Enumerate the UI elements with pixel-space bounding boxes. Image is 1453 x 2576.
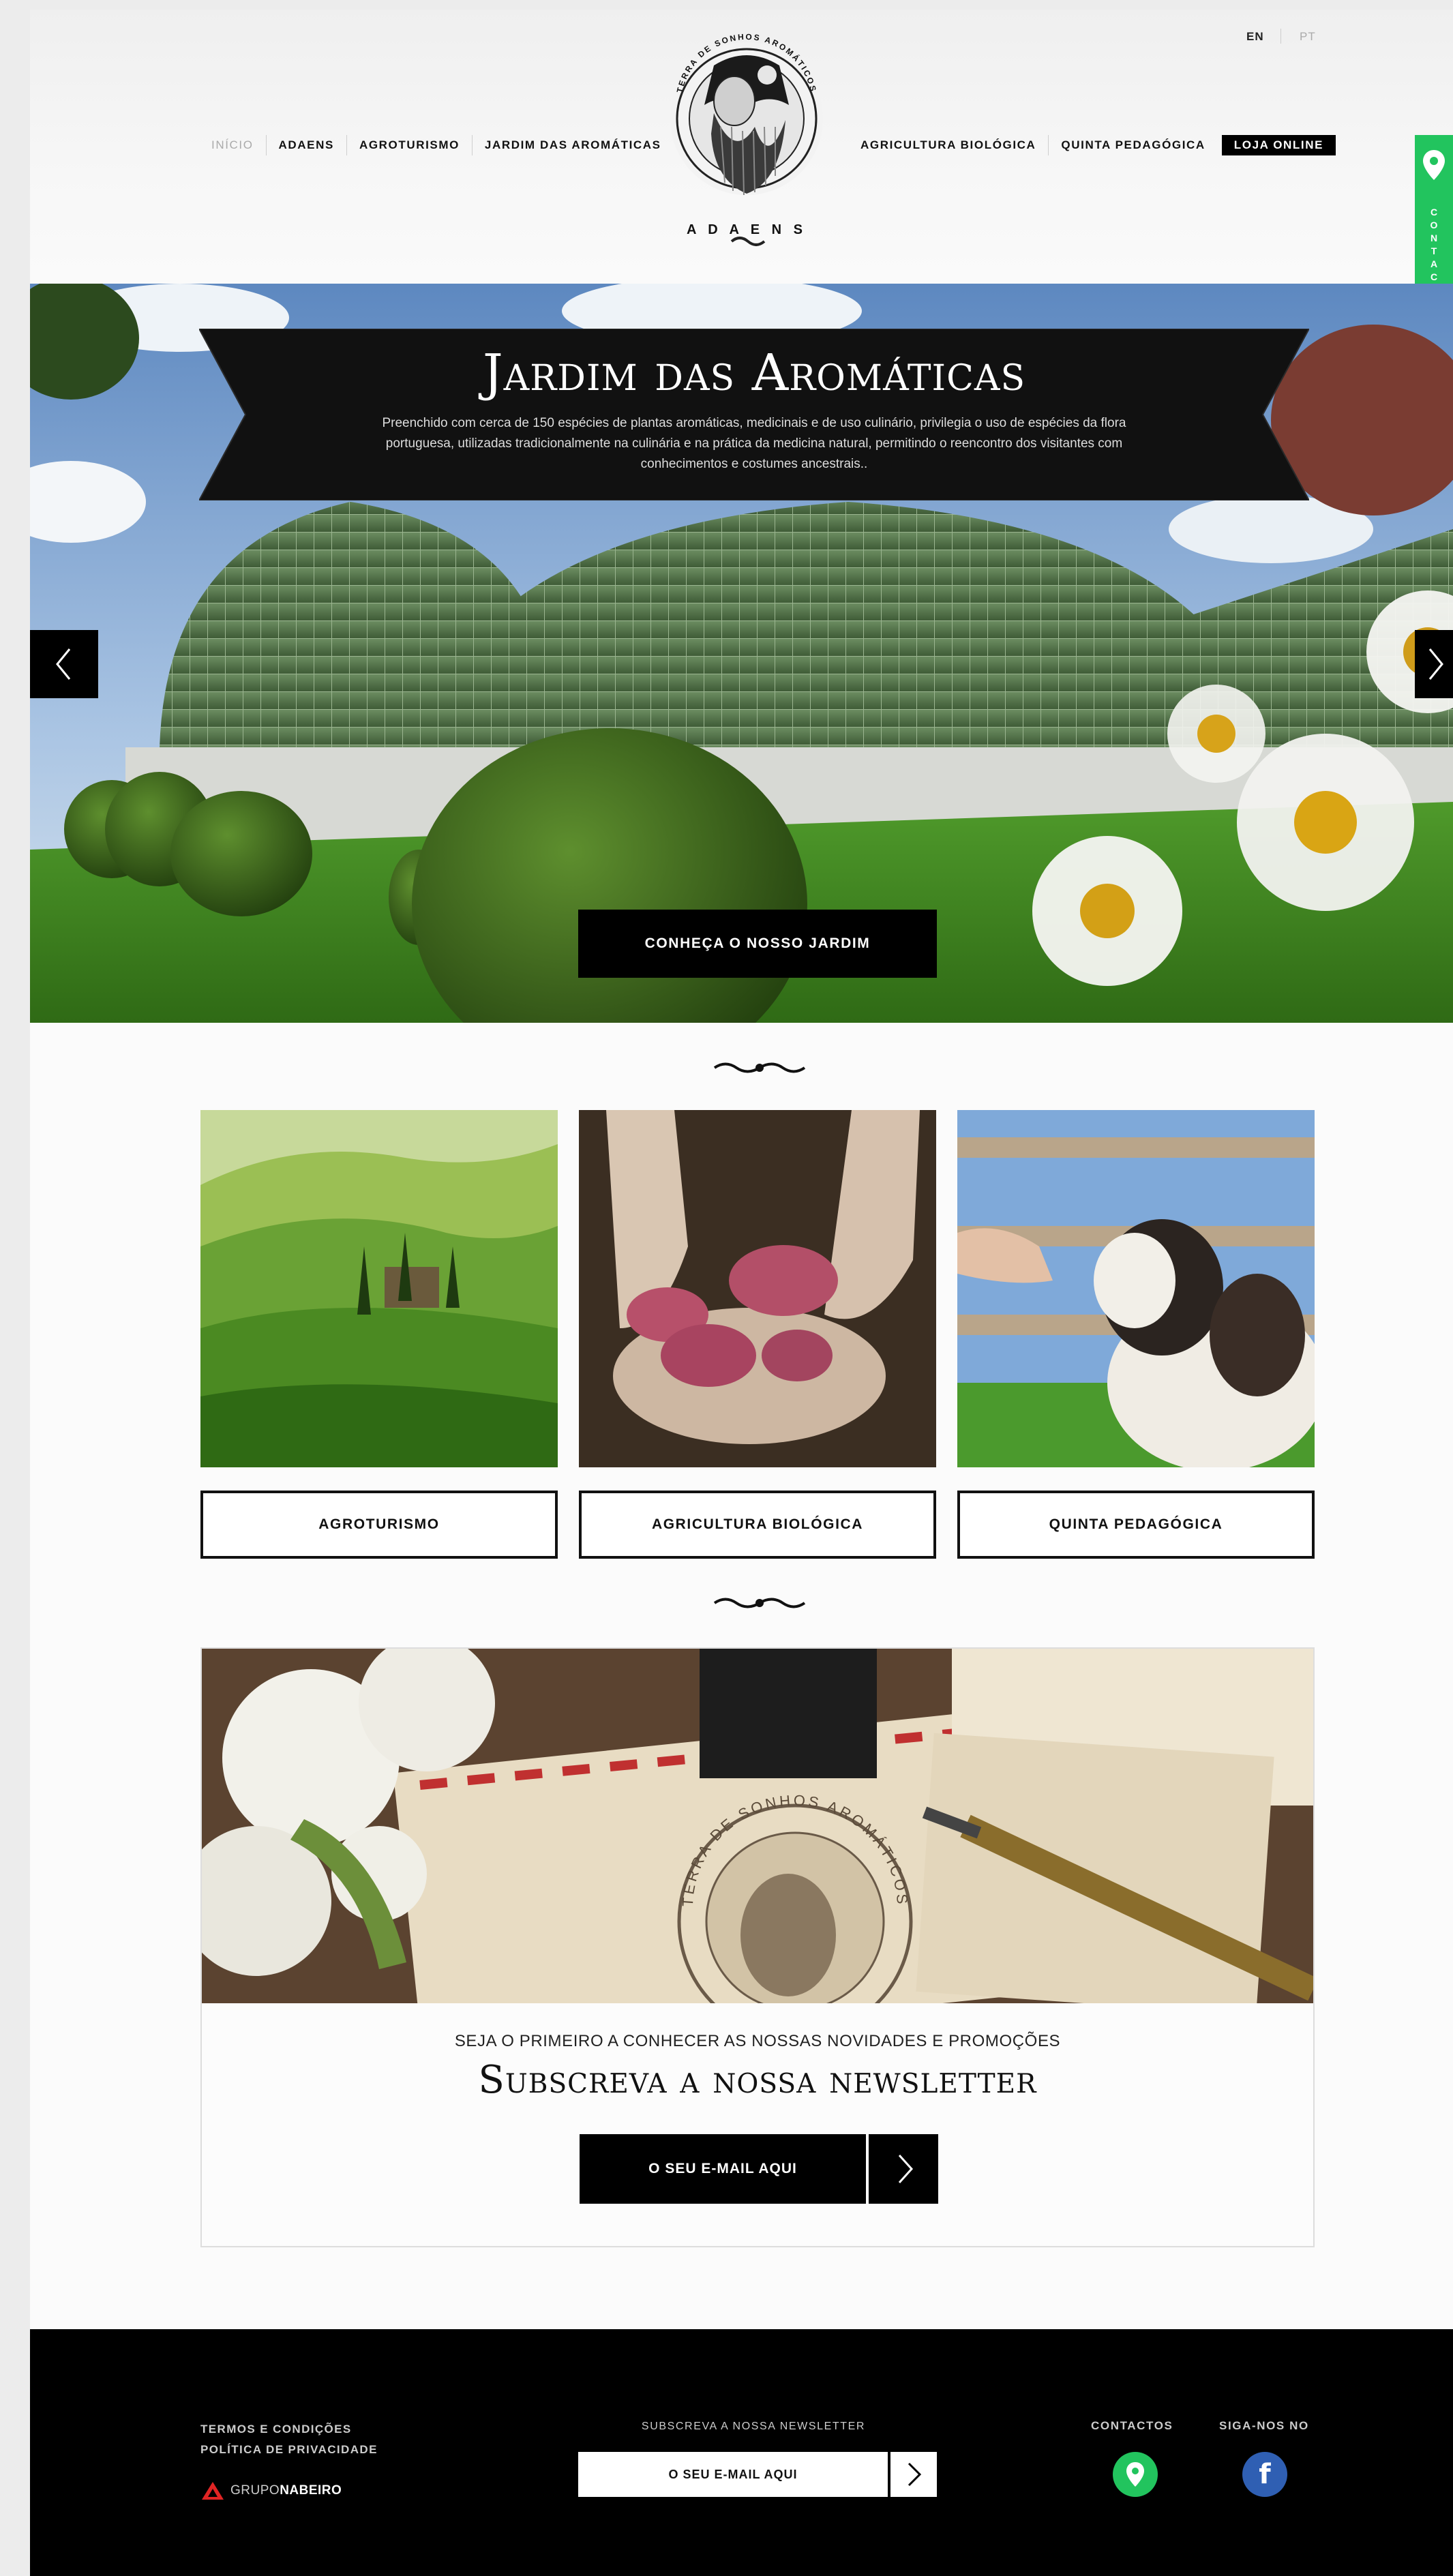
ornament-divider	[713, 1598, 806, 1608]
hero-title: Jardim das Aromáticas	[482, 344, 1026, 402]
hero-description: Preenchido com cerca de 150 espécies de …	[382, 416, 1126, 471]
site-header: EN PT INÍCIO ADAENS AGROTURISMO JARDIM D…	[30, 10, 1453, 284]
card-agricultura-biologica: AGRICULTURA BIOLÓGICA	[579, 1110, 936, 1559]
footer-contacts-label: CONTACTOS	[1091, 2419, 1173, 2432]
site-footer: TERMOS E CONDIÇÕES POLÍTICA DE PRIVACIDA…	[30, 2329, 1453, 2576]
footer-follow-label: SIGA-NOS NO	[1219, 2419, 1309, 2432]
grupo-nabeiro-logo[interactable]: GRUPO NABEIRO	[200, 2481, 342, 2501]
adaens-logo[interactable]: TERRA DE SONHOS AROMÁTICOS A D A E N S	[666, 25, 827, 270]
newsletter-box: TERRA DE SONHOS AROMÁTICOS SEJA O PRIMEI…	[200, 1647, 1315, 2247]
map-pin-icon	[1126, 2462, 1144, 2487]
nav-item-agroturismo[interactable]: AGROTURISMO	[346, 135, 472, 155]
nav-item-jardim-aromaticas[interactable]: JARDIM DAS AROMÁTICAS	[471, 135, 674, 155]
nav-item-adaens[interactable]: ADAENS	[265, 135, 346, 155]
facebook-icon[interactable]: f	[1242, 2452, 1287, 2497]
map-pin-icon	[1423, 150, 1445, 180]
card-button-agricultura-biologica[interactable]: AGRICULTURA BIOLÓGICA	[579, 1491, 936, 1559]
chevron-right-icon	[908, 2462, 922, 2487]
slider-prev-button[interactable]	[30, 630, 98, 698]
main-nav-left: INÍCIO ADAENS AGROTURISMO JARDIM DAS ARO…	[199, 135, 674, 155]
chevron-left-icon	[56, 648, 71, 680]
chevron-right-icon	[898, 2154, 914, 2184]
brand-nabeiro: NABEIRO	[280, 2483, 342, 2498]
footer-newsletter-label: SUBSCREVA A NOSSA NEWSLETTER	[641, 2421, 866, 2432]
feature-cards: AGROTURISMO AGRICULTURA BIOLÓGICA QUINTA…	[200, 1110, 1315, 1568]
main-nav-right: AGRICULTURA BIOLÓGICA QUINTA PEDAGÓGICA …	[848, 135, 1336, 155]
newsletter-image-letters: TERRA DE SONHOS AROMÁTICOS	[202, 1649, 1313, 2003]
card-quinta-pedagogica: QUINTA PEDAGÓGICA	[957, 1110, 1315, 1559]
footer-legal-links: TERMOS E CONDIÇÕES POLÍTICA DE PRIVACIDA…	[200, 2419, 378, 2460]
footer-contacts-button[interactable]	[1113, 2452, 1158, 2497]
nav-item-agricultura-biologica[interactable]: AGRICULTURA BIOLÓGICA	[848, 135, 1048, 155]
newsletter-submit-button[interactable]	[869, 2134, 938, 2204]
slider-next-button[interactable]	[1415, 630, 1453, 698]
newsletter-pretitle: SEJA O PRIMEIRO A CONHECER AS NOSSAS NOV…	[454, 2032, 1061, 2050]
card-image-hills[interactable]	[200, 1110, 558, 1467]
newsletter-title: Subscreva a nossa newsletter	[478, 2058, 1037, 2102]
lang-en-link[interactable]: EN	[1246, 30, 1264, 44]
hero-cta-button[interactable]: CONHEÇA O NOSSO JARDIM	[578, 910, 937, 978]
card-agroturismo: AGROTURISMO	[200, 1110, 558, 1559]
card-button-quinta-pedagogica[interactable]: QUINTA PEDAGÓGICA	[957, 1491, 1315, 1559]
page: EN PT INÍCIO ADAENS AGROTURISMO JARDIM D…	[30, 10, 1453, 2576]
nav-item-quinta-pedagogica[interactable]: QUINTA PEDAGÓGICA	[1048, 135, 1217, 155]
footer-terms-link[interactable]: TERMOS E CONDIÇÕES	[200, 2419, 378, 2440]
hero-slider: Jardim das Aromáticas Preenchido com cer…	[30, 284, 1453, 1023]
card-button-agroturismo[interactable]: AGROTURISMO	[200, 1491, 558, 1559]
footer-submit-button[interactable]	[890, 2452, 937, 2497]
chevron-right-icon	[1428, 648, 1443, 680]
footer-newsletter-form: O SEU E-MAIL AQUI	[578, 2452, 937, 2497]
card-image-lamb[interactable]	[957, 1110, 1315, 1467]
newsletter-form: O SEU E-MAIL AQUI	[580, 2134, 938, 2204]
nav-item-inicio[interactable]: INÍCIO	[199, 135, 266, 155]
brand-grupo: GRUPO	[230, 2483, 280, 2498]
nav-item-loja-online[interactable]: LOJA ONLINE	[1221, 135, 1336, 155]
logo-wordmark: A D A E N S	[686, 222, 807, 237]
newsletter-email-input[interactable]: O SEU E-MAIL AQUI	[580, 2134, 866, 2204]
ornament-divider	[713, 1062, 806, 1073]
hero-banner: Jardim das Aromáticas Preenchido com cer…	[199, 329, 1309, 500]
lang-pt-link[interactable]: PT	[1300, 30, 1316, 44]
lang-divider	[1280, 29, 1281, 44]
footer-privacy-link[interactable]: POLÍTICA DE PRIVACIDADE	[200, 2440, 378, 2460]
card-image-potatoes[interactable]	[579, 1110, 936, 1467]
nabeiro-triangle-icon	[202, 2482, 224, 2500]
footer-email-input[interactable]: O SEU E-MAIL AQUI	[578, 2452, 888, 2497]
